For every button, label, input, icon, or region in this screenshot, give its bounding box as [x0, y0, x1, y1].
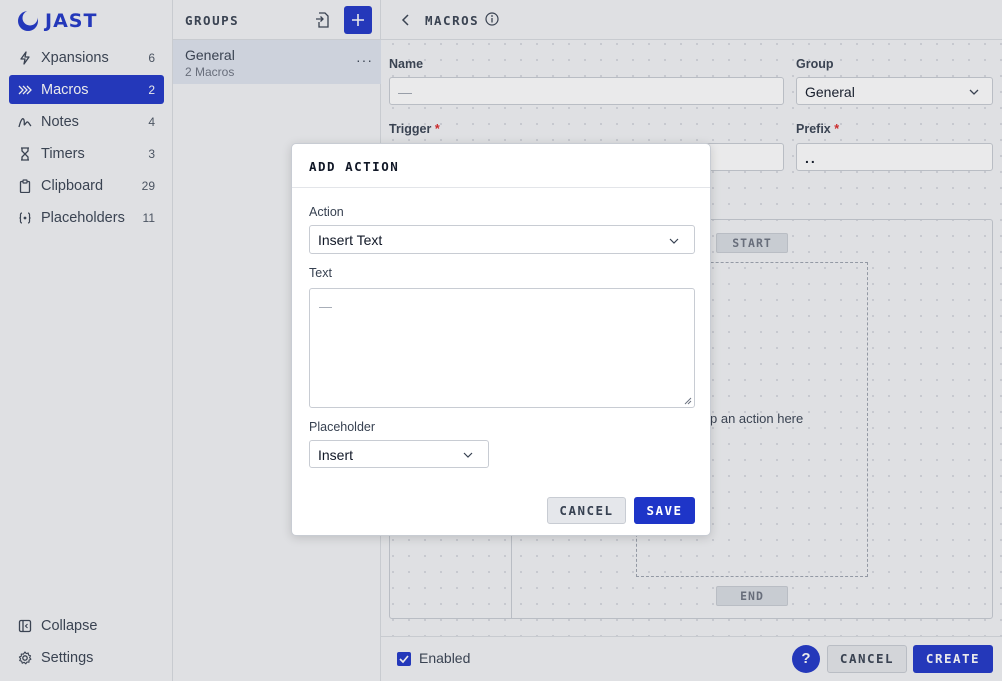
placeholder-select[interactable]: Insert — [309, 440, 489, 468]
action-select[interactable]: Insert Text — [309, 225, 695, 254]
dialog-cancel-button[interactable]: CANCEL — [547, 497, 626, 524]
text-placeholder: — — [319, 299, 332, 314]
resize-handle-icon[interactable] — [684, 397, 692, 405]
text-label: Text — [309, 266, 332, 280]
dialog-save-button[interactable]: SAVE — [634, 497, 695, 524]
action-label: Action — [309, 205, 344, 219]
dialog-header: ADD ACTION — [292, 144, 710, 188]
placeholder-label: Placeholder — [309, 420, 376, 434]
placeholder-select-value: Insert — [318, 447, 354, 463]
add-action-dialog: ADD ACTION Action Insert Text Text — Pla… — [291, 143, 711, 536]
chevron-down-icon — [669, 238, 679, 244]
text-textarea[interactable]: — — [309, 288, 695, 408]
chevron-down-icon — [463, 452, 473, 458]
action-select-value: Insert Text — [318, 232, 383, 248]
dialog-title: ADD ACTION — [309, 159, 400, 174]
